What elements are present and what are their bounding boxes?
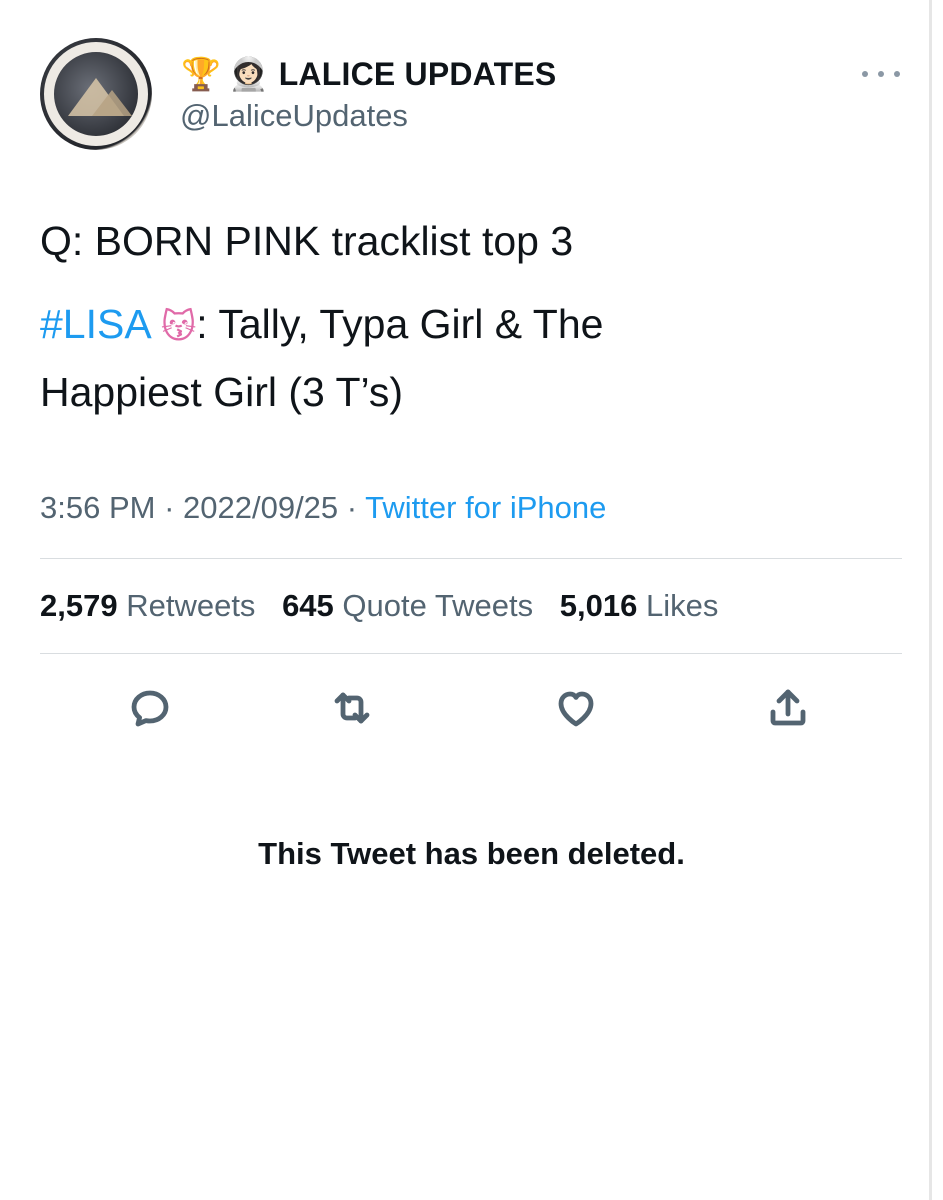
- reply-icon: [131, 690, 169, 727]
- tweet-text-line-2: #LISA 😽: Tally, Typa Girl & The: [40, 299, 603, 352]
- retweet-button[interactable]: [326, 682, 378, 734]
- divider: [40, 653, 902, 654]
- retweet-icon: [334, 692, 370, 724]
- like-button[interactable]: [550, 682, 602, 734]
- tweet-meta: 3:56 PM · 2022/09/25 · Twitter for iPhon…: [40, 488, 606, 528]
- author-name-row[interactable]: 🏆 👩🏻‍🚀 LALICE UPDATES: [181, 54, 556, 94]
- window-edge: [929, 0, 932, 1200]
- deleted-notice: This Tweet has been deleted.: [258, 836, 685, 871]
- tweet-source[interactable]: Twitter for iPhone: [365, 490, 606, 525]
- divider: [40, 558, 902, 559]
- quotes-stat[interactable]: 645 Quote Tweets: [282, 588, 533, 623]
- retweets-count: 2,579: [40, 588, 118, 623]
- retweets-label: Retweets: [126, 588, 256, 623]
- meta-separator: ·: [155, 490, 184, 525]
- more-options-icon[interactable]: [862, 64, 900, 84]
- tweet-stats: 2,579 Retweets 645 Quote Tweets 5,016 Li…: [40, 586, 736, 626]
- tweet-text-line-1: Q: BORN PINK tracklist top 3: [40, 218, 574, 264]
- reply-button[interactable]: [124, 682, 176, 734]
- hashtag-link[interactable]: #LISA: [40, 301, 149, 347]
- cat-emoji: 😽: [160, 307, 197, 347]
- heart-icon: [558, 691, 594, 727]
- share-button[interactable]: [762, 682, 814, 734]
- likes-count: 5,016: [559, 588, 638, 623]
- tweet-time[interactable]: 3:56 PM: [40, 490, 155, 525]
- tweet-date[interactable]: 2022/09/25: [183, 490, 338, 525]
- more-dot: [862, 71, 868, 77]
- avatar-ring: [44, 42, 148, 146]
- more-dot: [878, 71, 884, 77]
- more-dot: [894, 71, 900, 77]
- meta-separator: ·: [338, 490, 366, 525]
- tweet-text-line-2-rest: : Tally, Typa Girl & The: [196, 301, 604, 347]
- likes-stat[interactable]: 5,016 Likes: [560, 588, 719, 623]
- share-icon: [770, 689, 806, 726]
- avatar[interactable]: [40, 38, 152, 150]
- quotes-label: Quote Tweets: [342, 588, 534, 623]
- tweet-text-line-3: Happiest Girl (3 T’s): [40, 369, 404, 415]
- quotes-count: 645: [282, 588, 334, 623]
- astronaut-emoji: 👩🏻‍🚀: [228, 55, 269, 93]
- author-handle[interactable]: @LaliceUpdates: [180, 96, 408, 136]
- author-display-name[interactable]: LALICE UPDATES: [279, 54, 557, 94]
- likes-label: Likes: [645, 588, 719, 623]
- trophy-emoji: 🏆: [181, 55, 221, 93]
- retweets-stat[interactable]: 2,579 Retweets: [40, 588, 255, 623]
